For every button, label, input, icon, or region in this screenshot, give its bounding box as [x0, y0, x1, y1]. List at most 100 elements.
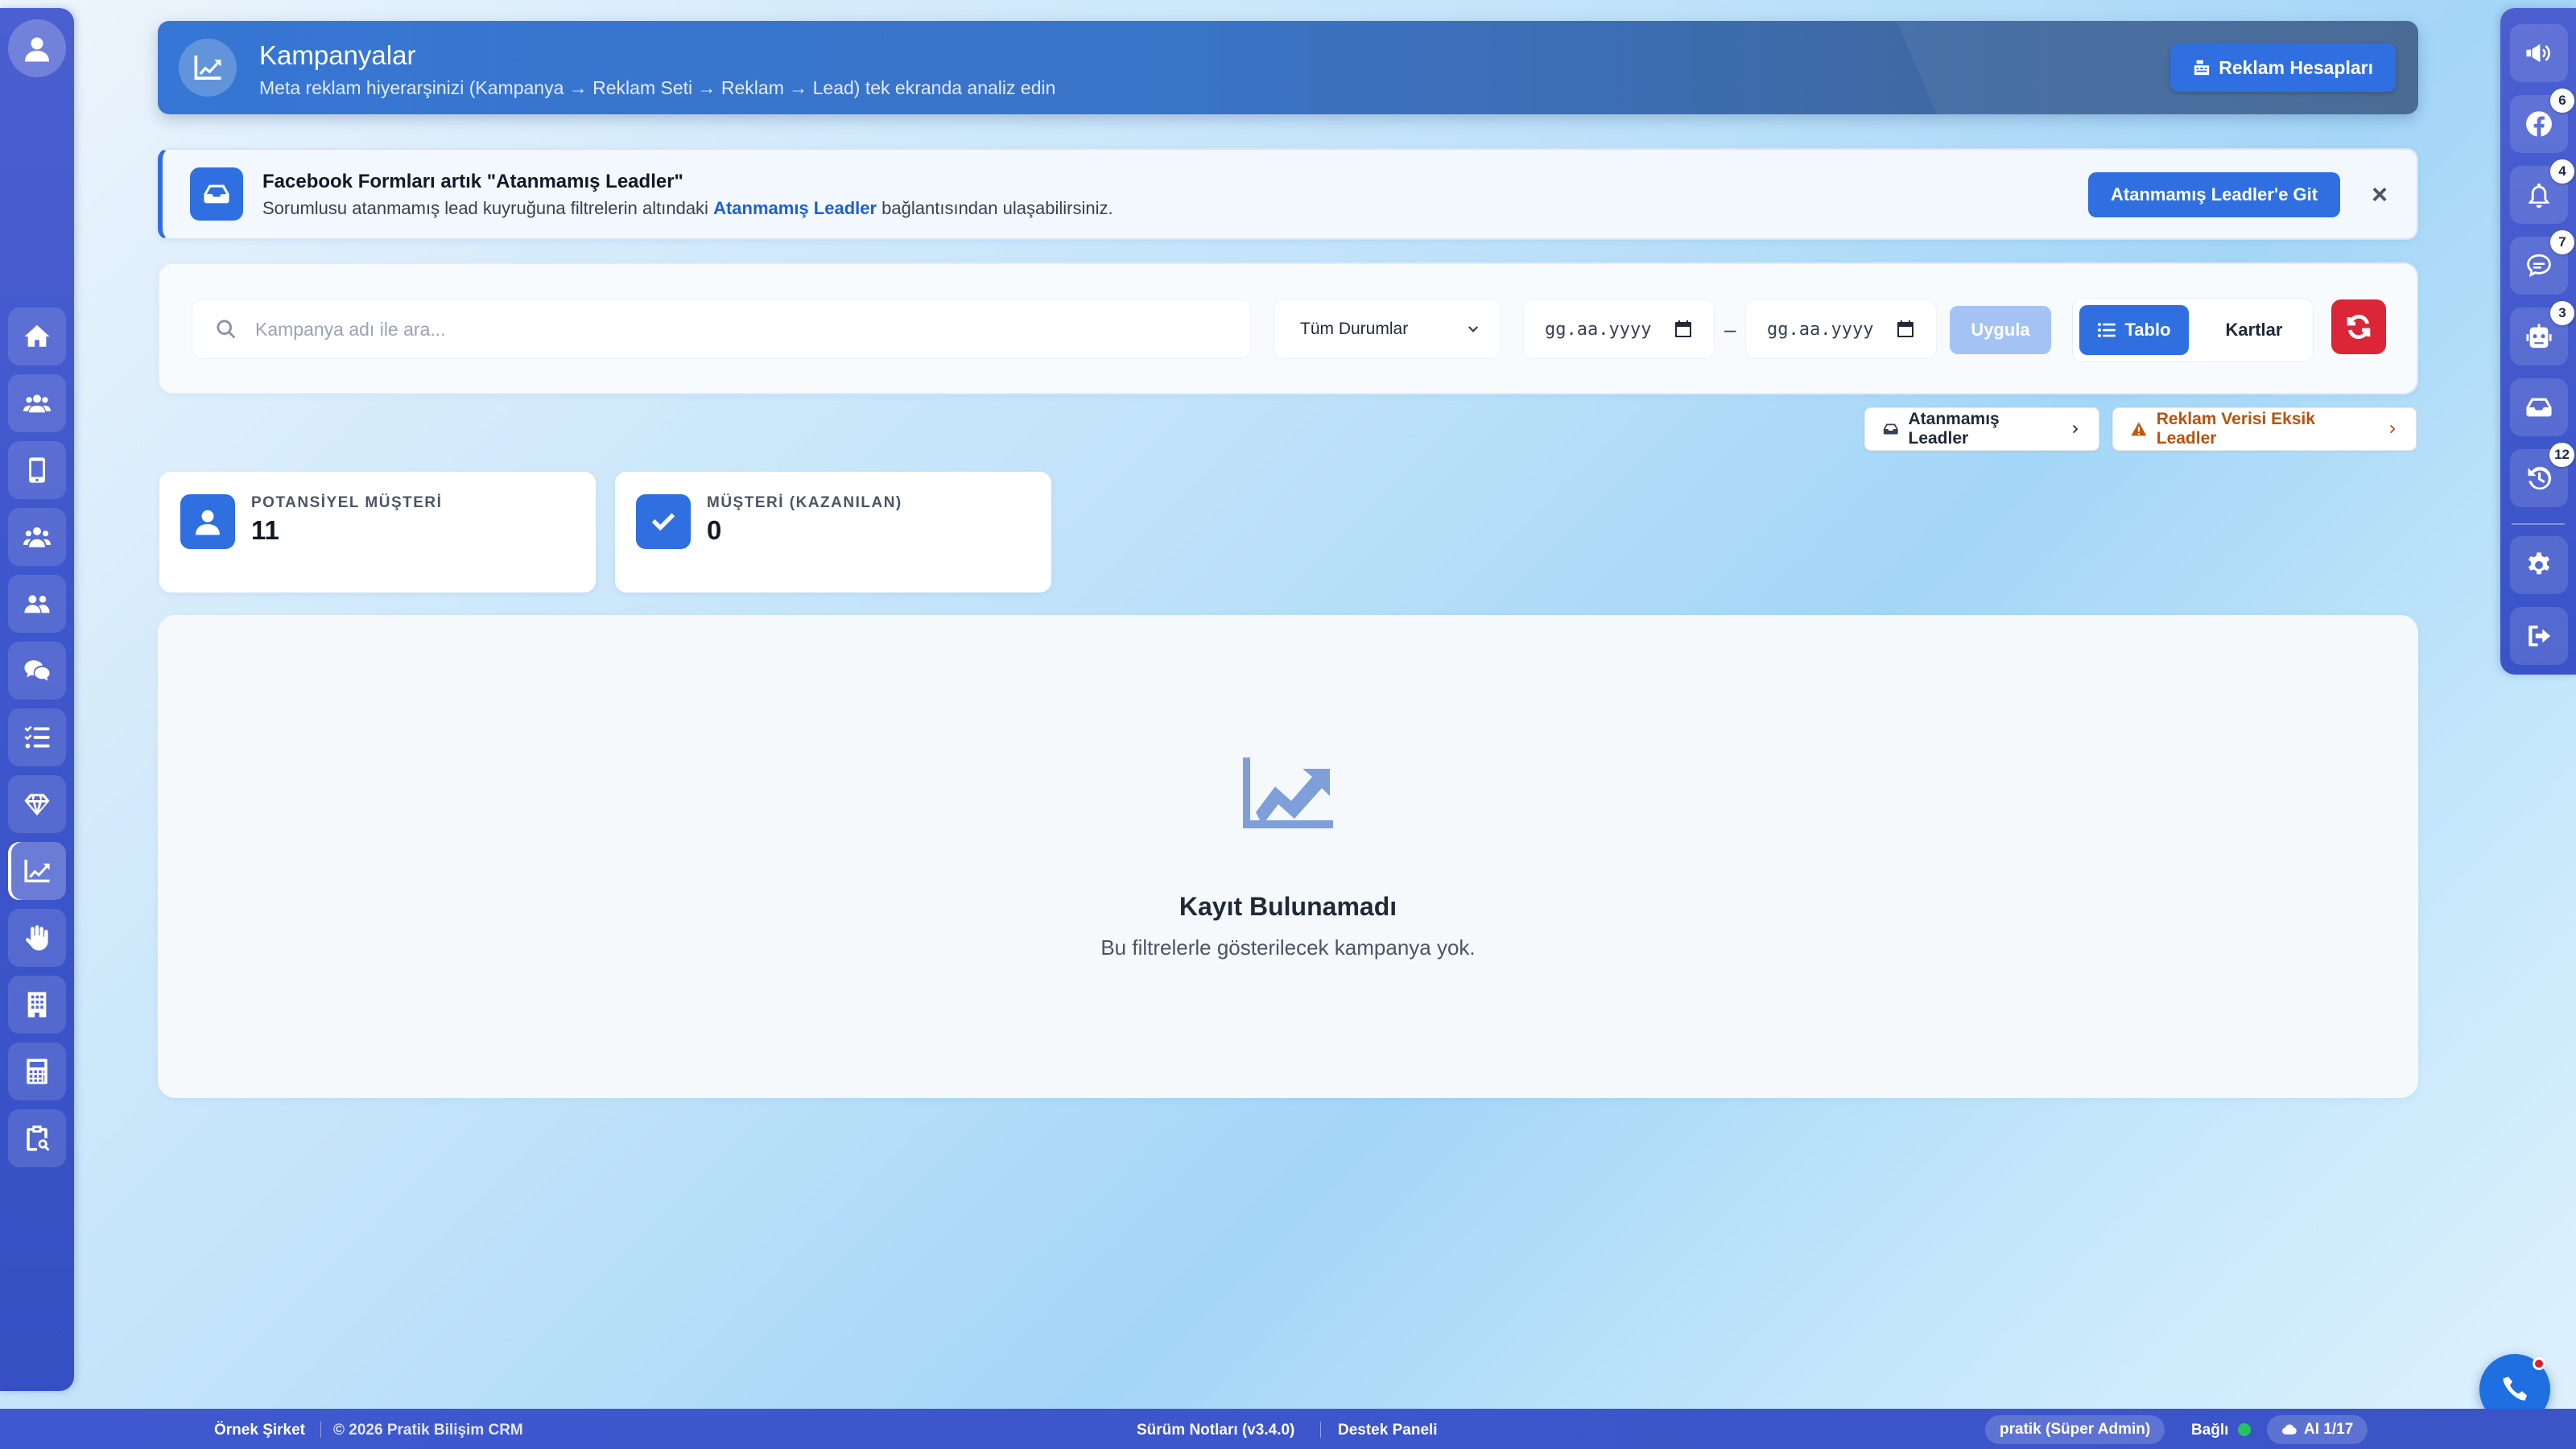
inbox-button[interactable] — [2510, 378, 2568, 436]
sidebar-item-mobile[interactable] — [8, 441, 66, 499]
refresh-button[interactable] — [2331, 299, 2386, 354]
sidebar-divider — [2512, 523, 2565, 525]
apply-button[interactable]: Uygula — [1950, 306, 2051, 354]
sidebar-item-interactions[interactable] — [8, 909, 66, 967]
page-title: Kampanyalar — [259, 40, 416, 70]
close-icon[interactable]: × — [2363, 179, 2396, 211]
footer: Örnek Şirket © 2026 Pratik Bilişim CRM S… — [0, 1409, 2576, 1449]
ai-usage-label: AI 1/17 — [2304, 1421, 2354, 1438]
call-indicator-dot — [2533, 1357, 2545, 1370]
tab-table-label: Tablo — [2124, 320, 2171, 340]
search-icon — [217, 320, 236, 339]
sidebar-item-companies[interactable] — [8, 976, 66, 1034]
status-select[interactable]: Tüm Durumlar — [1274, 299, 1501, 359]
sidebar-item-groups[interactable] — [8, 575, 66, 633]
check-icon — [651, 513, 675, 531]
logout-button[interactable] — [2510, 607, 2568, 665]
diamond-icon — [24, 794, 50, 816]
user-icon — [196, 510, 220, 535]
sidebar-item-teams[interactable] — [8, 508, 66, 566]
building-icon — [27, 992, 47, 1018]
sidebar-item-home[interactable] — [8, 308, 66, 365]
connection-status: Bağlı — [2191, 1422, 2229, 1439]
footer-copyright: © 2026 Pratik Bilişim CRM — [333, 1422, 523, 1439]
messages-button[interactable]: 7 — [2510, 230, 2574, 295]
notice-text-before: Sorumlusu atanmamış lead kuyruğuna filtr… — [262, 198, 708, 218]
filter-bar: Kampanya adı ile ara... Tüm Durumlar gg.… — [158, 262, 2418, 394]
bell-icon — [2529, 183, 2549, 208]
chevron-down-icon — [1468, 326, 1479, 332]
status-select-value: Tüm Durumlar — [1300, 320, 1409, 338]
release-notes-link[interactable]: Sürüm Notları (v3.4.0) — [1137, 1422, 1294, 1439]
sidebar-item-campaigns[interactable] — [8, 842, 66, 900]
announcements-button[interactable] — [2510, 24, 2568, 82]
end-date-input[interactable]: gg.aa.yyyy — [1745, 299, 1937, 359]
chart-line-icon — [24, 859, 50, 883]
current-user-badge[interactable]: pratik (Süper Admin) — [1985, 1415, 2165, 1444]
history-icon — [2528, 466, 2552, 490]
comment-icon — [2527, 254, 2551, 278]
user-group-icon — [24, 595, 50, 613]
users-cog-icon — [23, 526, 51, 547]
mobile-icon — [29, 457, 45, 483]
right-sidebar: 6 4 7 3 12 — [2500, 8, 2576, 675]
sidebar-item-premium[interactable] — [8, 775, 66, 833]
page-subtitle: Meta reklam hiyerarşinizi (Kampanya → Re… — [259, 77, 1056, 98]
chat-icon — [24, 660, 50, 681]
inbox-icon — [1883, 423, 1898, 435]
robot-icon — [2526, 324, 2552, 349]
tab-table-view[interactable]: Tablo — [2079, 305, 2189, 355]
stat-value: 0 — [707, 515, 722, 545]
inbox-icon — [204, 184, 229, 204]
ai-usage-badge[interactable]: AI 1/17 — [2267, 1415, 2368, 1444]
campaign-list-panel: Kayıt Bulunamadı Bu filtrelerle gösteril… — [158, 615, 2418, 1098]
users-icon — [23, 394, 51, 413]
notice-text-after: bağlantısından ulaşabilirsiniz. — [881, 198, 1113, 218]
notifications-button[interactable]: 4 — [2510, 159, 2574, 224]
search-input[interactable]: Kampanya adı ile ara... — [192, 299, 1251, 359]
ad-accounts-button[interactable]: Reklam Hesapları — [2170, 43, 2396, 92]
sidebar-item-reports[interactable] — [8, 1109, 66, 1167]
facebook-badge: 6 — [2550, 89, 2574, 113]
chart-line-icon — [194, 56, 221, 80]
notice-icon-wrap — [190, 167, 243, 221]
online-indicator — [2238, 1423, 2251, 1436]
facebook-leads-button[interactable]: 6 — [2510, 89, 2574, 153]
start-date-placeholder: gg.aa.yyyy — [1545, 319, 1652, 340]
facebook-icon — [2526, 111, 2552, 137]
warning-icon — [2131, 422, 2147, 436]
unassigned-leads-quicklink[interactable]: Atanmamış Leadler — [1864, 407, 2099, 451]
missing-ad-data-quicklink[interactable]: Reklam Verisi Eksik Leadler — [2112, 407, 2417, 451]
stat-label: POTANSİYEL MÜŞTERİ — [251, 494, 443, 511]
inbox-icon — [2526, 398, 2552, 417]
left-sidebar — [0, 8, 74, 1391]
ai-assistant-button[interactable]: 3 — [2510, 301, 2574, 365]
history-button[interactable]: 12 — [2510, 443, 2574, 507]
go-unassigned-leads-button[interactable]: Atanmamış Leadler'e Git — [2088, 172, 2341, 217]
search-placeholder: Kampanya adı ile ara... — [255, 318, 446, 340]
start-date-input[interactable]: gg.aa.yyyy — [1523, 299, 1715, 359]
calculator-icon — [27, 1059, 47, 1084]
stat-card-won-customers: MÜŞTERİ (KAZANILAN) 0 — [615, 472, 1051, 592]
sidebar-item-contacts[interactable] — [8, 374, 66, 432]
unassigned-leads-link[interactable]: Atanmamış Leadler — [713, 198, 877, 218]
view-toggle: Tablo Kartlar — [2072, 298, 2314, 362]
notice-text: Sorumlusu atanmamış lead kuyruğuna filtr… — [262, 198, 1113, 219]
user-icon — [25, 37, 49, 62]
sidebar-item-invoices[interactable] — [8, 1042, 66, 1100]
sidebar-item-messages[interactable] — [8, 642, 66, 700]
support-panel-link[interactable]: Destek Paneli — [1338, 1422, 1438, 1439]
tab-cards-view[interactable]: Kartlar — [2202, 305, 2306, 355]
cloud-icon — [2281, 1424, 2297, 1435]
calendar-icon[interactable] — [1896, 320, 1915, 339]
phone-icon — [2503, 1377, 2527, 1401]
stat-card-potential-customers: POTANSİYEL MÜŞTERİ 11 — [159, 472, 596, 592]
calendar-icon[interactable] — [1674, 320, 1693, 339]
stat-label: MÜŞTERİ (KAZANILAN) — [707, 494, 902, 511]
user-avatar[interactable] — [8, 19, 66, 77]
logout-icon — [2529, 625, 2551, 646]
settings-button[interactable] — [2510, 536, 2568, 594]
sidebar-item-tasks[interactable] — [8, 708, 66, 766]
chevron-right-icon — [2390, 424, 2396, 434]
info-notice: Facebook Formları artık "Atanmamış Leadl… — [158, 148, 2418, 240]
